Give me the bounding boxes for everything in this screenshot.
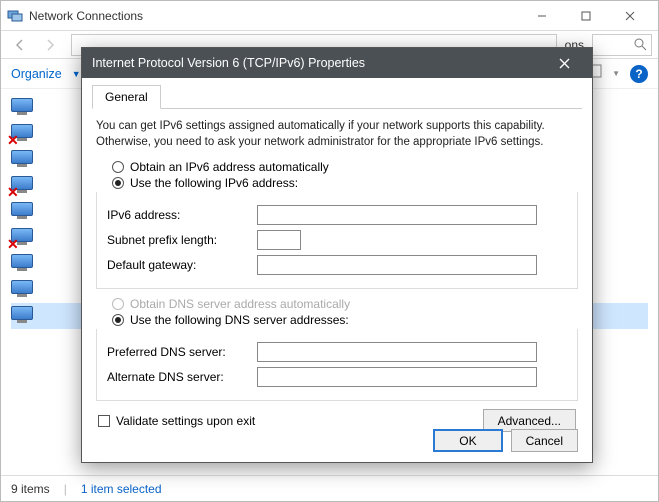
dialog-title: Internet Protocol Version 6 (TCP/IPv6) P…	[92, 56, 546, 70]
default-gateway-input[interactable]	[257, 255, 537, 275]
search-icon	[634, 38, 647, 51]
ipv6-address-input[interactable]	[257, 205, 537, 225]
adapter-icon: ✕	[11, 124, 35, 144]
description-text: You can get IPv6 settings assigned autom…	[96, 119, 578, 150]
ipv6-properties-dialog: Internet Protocol Version 6 (TCP/IPv6) P…	[81, 47, 593, 463]
preferred-dns-label: Preferred DNS server:	[107, 345, 257, 359]
bg-titlebar: Network Connections	[1, 1, 658, 31]
status-count: 9 items	[11, 482, 50, 496]
ipv6-address-group: IPv6 address: Subnet prefix length: Defa…	[96, 192, 578, 289]
radio-icon	[112, 177, 124, 189]
adapter-icon	[11, 98, 35, 118]
radio-label: Obtain DNS server address automatically	[130, 297, 350, 311]
tab-strip: General	[92, 84, 582, 109]
ipv6-address-label: IPv6 address:	[107, 208, 257, 222]
radio-ipv6-auto[interactable]: Obtain an IPv6 address automatically	[112, 160, 582, 174]
radio-ipv6-manual[interactable]: Use the following IPv6 address:	[112, 176, 582, 190]
minimize-button[interactable]	[520, 2, 564, 30]
adapter-icon	[11, 254, 35, 274]
back-button[interactable]	[7, 33, 33, 57]
subnet-prefix-label: Subnet prefix length:	[107, 233, 257, 247]
alternate-dns-input[interactable]	[257, 367, 537, 387]
radio-icon	[112, 298, 124, 310]
ok-button[interactable]: OK	[433, 429, 502, 452]
close-button[interactable]	[546, 48, 582, 78]
disabled-x-icon: ✕	[7, 184, 19, 201]
status-selection: 1 item selected	[81, 482, 162, 496]
forward-button[interactable]	[37, 33, 63, 57]
adapter-icon	[11, 202, 35, 222]
adapter-icon	[11, 306, 35, 326]
bg-window-title: Network Connections	[29, 9, 520, 23]
chevron-down-icon: ▼	[72, 69, 81, 79]
adapter-icon	[11, 280, 35, 300]
search-box[interactable]	[592, 34, 652, 56]
status-bar: 9 items | 1 item selected	[1, 475, 658, 501]
radio-icon	[112, 161, 124, 173]
subnet-prefix-input[interactable]	[257, 230, 301, 250]
dns-group: Preferred DNS server: Alternate DNS serv…	[96, 329, 578, 401]
radio-label: Use the following DNS server addresses:	[130, 313, 349, 327]
radio-label: Use the following IPv6 address:	[130, 176, 298, 190]
adapter-icon	[11, 150, 35, 170]
cancel-button[interactable]: Cancel	[511, 429, 578, 452]
dialog-titlebar: Internet Protocol Version 6 (TCP/IPv6) P…	[82, 48, 592, 78]
disabled-x-icon: ✕	[7, 236, 19, 253]
radio-dns-manual[interactable]: Use the following DNS server addresses:	[112, 313, 582, 327]
default-gateway-label: Default gateway:	[107, 258, 257, 272]
adapter-icon: ✕	[11, 228, 35, 248]
radio-label: Obtain an IPv6 address automatically	[130, 160, 329, 174]
adapter-icon: ✕	[11, 176, 35, 196]
help-icon[interactable]: ?	[630, 65, 648, 83]
maximize-button[interactable]	[564, 2, 608, 30]
network-icon	[7, 8, 23, 24]
organize-button[interactable]: Organize	[11, 67, 62, 81]
radio-dns-auto: Obtain DNS server address automatically	[112, 297, 582, 311]
alternate-dns-label: Alternate DNS server:	[107, 370, 257, 384]
radio-icon	[112, 314, 124, 326]
chevron-down-icon: ▼	[612, 69, 620, 78]
preferred-dns-input[interactable]	[257, 342, 537, 362]
disabled-x-icon: ✕	[7, 132, 19, 149]
validate-checkbox[interactable]	[98, 415, 110, 427]
bg-close-button[interactable]	[608, 2, 652, 30]
close-icon	[559, 58, 570, 69]
validate-label: Validate settings upon exit	[116, 414, 255, 428]
tab-general[interactable]: General	[92, 85, 161, 109]
